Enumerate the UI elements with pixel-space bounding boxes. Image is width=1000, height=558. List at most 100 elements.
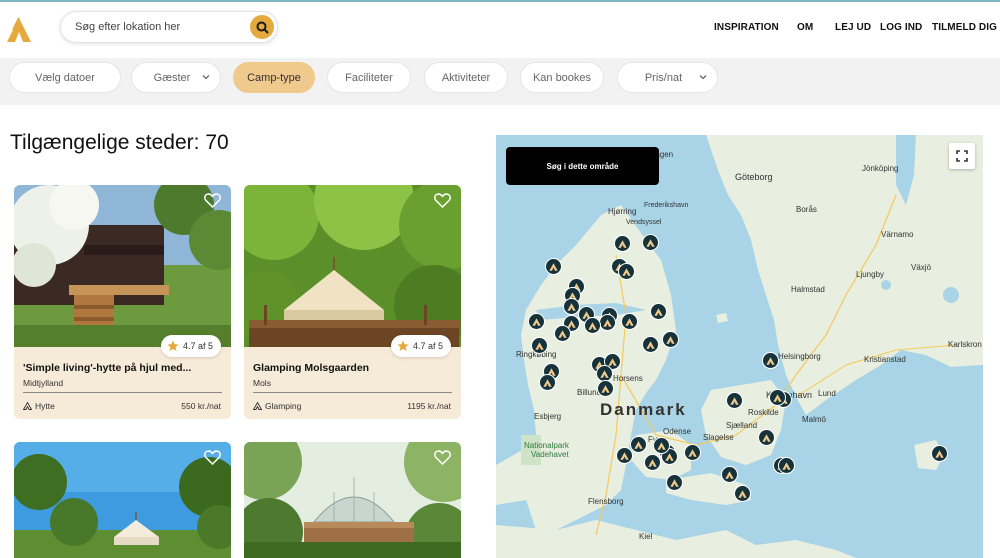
tent-icon — [625, 317, 634, 326]
listing-photo[interactable] — [14, 185, 231, 347]
nav-om[interactable]: OM — [797, 22, 813, 33]
campsite-map-pin[interactable] — [616, 447, 633, 464]
listing-title: Glamping Molsgaarden — [253, 362, 370, 374]
map-label-vadehavet: Vadehavet — [531, 450, 569, 459]
campsite-map-pin[interactable] — [599, 314, 616, 331]
campsite-map-pin[interactable] — [531, 337, 548, 354]
tent-icon — [666, 335, 675, 344]
campsite-map-pin[interactable] — [734, 485, 751, 502]
chevron-down-icon — [202, 75, 210, 80]
filter-camp-type[interactable]: Camp-type — [233, 62, 315, 93]
campsite-map-pin[interactable] — [762, 352, 779, 369]
logo-icon[interactable] — [4, 16, 34, 44]
favorite-heart-icon[interactable] — [204, 193, 221, 208]
campsite-map-pin[interactable] — [642, 234, 659, 251]
filter-activities[interactable]: Aktiviteter — [424, 62, 508, 93]
location-search-input[interactable] — [75, 21, 245, 33]
map-label-varnamo: Värnamo — [881, 230, 914, 239]
campsite-map-pin[interactable] — [758, 429, 775, 446]
listing-photo[interactable] — [244, 442, 461, 558]
map-view[interactable]: Danmark Göteborg Jönköping Borås Värnamo… — [496, 135, 983, 558]
campsite-map-pin[interactable] — [644, 454, 661, 471]
campsite-map-pin[interactable] — [545, 258, 562, 275]
tent-icon — [634, 440, 643, 449]
campsite-map-pin[interactable] — [653, 437, 670, 454]
filter-guests[interactable]: Gæster — [131, 62, 221, 93]
campsite-map-pin[interactable] — [778, 457, 795, 474]
listing-card[interactable] — [244, 442, 461, 558]
tent-icon — [608, 357, 617, 366]
campsite-map-pin[interactable] — [931, 445, 948, 462]
rating-text: 4.7 af 5 — [412, 341, 443, 351]
tent-icon — [935, 449, 944, 458]
tent-icon — [23, 402, 32, 410]
campsite-map-pin[interactable] — [650, 303, 667, 320]
search-icon — [256, 21, 269, 34]
tent-icon — [535, 341, 544, 350]
tent-icon — [558, 329, 567, 338]
campsite-map-pin[interactable] — [662, 331, 679, 348]
listing-photo[interactable] — [244, 185, 461, 347]
listing-type-label: Glamping — [265, 401, 302, 411]
map-label-helsingborg: Helsingborg — [778, 352, 821, 361]
nav-tilmeld-dig[interactable]: TILMELD DIG — [932, 22, 997, 33]
filter-price[interactable]: Pris/nat — [617, 62, 718, 93]
listing-card[interactable]: 4.7 af 5 'Simple living'-hytte på hjul m… — [14, 185, 231, 419]
campsite-map-pin[interactable] — [726, 392, 743, 409]
header: INSPIRATION OM LEJ UD LOG IND TILMELD DI… — [0, 2, 1000, 58]
filter-dates-label: Vælg datoer — [35, 71, 95, 84]
campsite-map-pin[interactable] — [554, 325, 571, 342]
filter-bar: Vælg datoer Gæster Camp-type Faciliteter… — [0, 58, 1000, 105]
listing-card[interactable]: 4.7 af 5 Glamping Molsgaarden Mols Glamp… — [244, 185, 461, 419]
campsite-map-pin[interactable] — [769, 389, 786, 406]
campsite-map-pin[interactable] — [528, 313, 545, 330]
tent-icon — [601, 384, 610, 393]
nav-log-ind[interactable]: LOG IND — [880, 22, 922, 33]
map-label-kiel: Kiel — [639, 532, 653, 541]
fullscreen-button[interactable] — [949, 143, 975, 169]
filter-camp-type-label: Camp-type — [247, 71, 301, 84]
favorite-heart-icon[interactable] — [434, 193, 451, 208]
tent-icon — [725, 470, 734, 479]
listing-card[interactable] — [14, 442, 231, 558]
tent-icon — [648, 458, 657, 467]
campsite-map-pin[interactable] — [597, 380, 614, 397]
map-label-hjorring: Hjørring — [608, 207, 637, 216]
location-search — [60, 11, 278, 43]
campsite-map-pin[interactable] — [584, 317, 601, 334]
nav-inspiration[interactable]: INSPIRATION — [714, 22, 779, 33]
search-button[interactable] — [250, 15, 274, 39]
listing-location: Mols — [253, 378, 271, 388]
tent-icon — [688, 448, 697, 457]
campsite-map-pin[interactable] — [721, 466, 738, 483]
divider — [253, 392, 452, 393]
map-label-karlskrona: Karlskron — [948, 340, 982, 349]
campsite-map-pin[interactable] — [539, 374, 556, 391]
map-label-lund: Lund — [818, 389, 836, 398]
listing-price: 1195 kr./nat — [407, 401, 451, 411]
nav-lej-ud[interactable]: LEJ UD — [835, 22, 871, 33]
campsite-map-pin[interactable] — [621, 313, 638, 330]
tent-icon — [654, 307, 663, 316]
campsite-map-pin[interactable] — [618, 263, 635, 280]
campsite-map-pin[interactable] — [666, 474, 683, 491]
tent-icon — [782, 461, 791, 470]
filter-bookable[interactable]: Kan bookes — [520, 62, 604, 93]
favorite-heart-icon[interactable] — [434, 450, 451, 465]
campsite-map-pin[interactable] — [630, 436, 647, 453]
filter-dates[interactable]: Vælg datoer — [9, 62, 121, 93]
campsite-map-pin[interactable] — [642, 336, 659, 353]
map-label-frederikshavn: Frederikshavn — [644, 202, 689, 209]
map-label-odense: Odense — [663, 427, 692, 436]
search-this-area-button[interactable]: Søg i dette område — [506, 147, 659, 185]
tent-icon — [646, 238, 655, 247]
campsite-map-pin[interactable] — [684, 444, 701, 461]
campsite-map-pin[interactable] — [614, 235, 631, 252]
tent-icon — [549, 262, 558, 271]
listing-price: 550 kr./nat — [181, 401, 221, 411]
filter-facilities[interactable]: Faciliteter — [327, 62, 411, 93]
favorite-heart-icon[interactable] — [204, 450, 221, 465]
tent-icon — [620, 451, 629, 460]
listing-photo[interactable] — [14, 442, 231, 558]
listing-location: Midtjylland — [23, 378, 64, 388]
